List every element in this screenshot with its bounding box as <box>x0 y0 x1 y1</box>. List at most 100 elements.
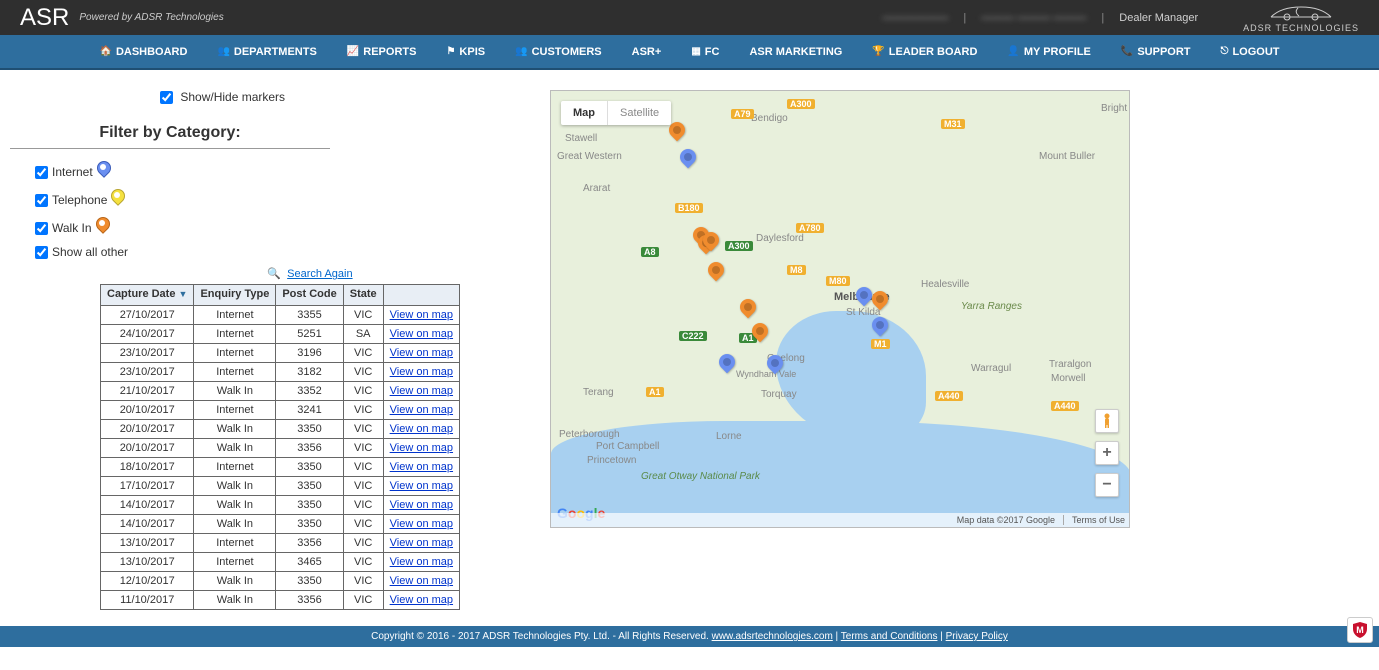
cell-postcode: 3182 <box>276 362 343 381</box>
search-icon: 🔍 <box>267 268 281 280</box>
nav-logout[interactable]: ⎋LOGOUT <box>1221 46 1280 58</box>
mcafee-badge[interactable]: M <box>1347 617 1373 643</box>
cell-postcode: 3350 <box>276 457 343 476</box>
road-m8: M8 <box>787 265 806 275</box>
cell-date: 21/10/2017 <box>101 381 194 400</box>
topbar-right: —————— | ——— ——— ——— | Dealer Manager AD… <box>882 3 1359 33</box>
col-state[interactable]: State <box>343 285 383 305</box>
filter-telephone-checkbox[interactable] <box>35 194 48 207</box>
view-on-map-link[interactable]: View on map <box>390 594 453 606</box>
map-controls: + − <box>1095 409 1119 497</box>
search-again-link[interactable]: Search Again <box>287 268 352 280</box>
label-portcampbell: Port Campbell <box>596 441 659 452</box>
adsr-logo: ADSR TECHNOLOGIES <box>1243 3 1359 33</box>
nav-support[interactable]: 📞SUPPORT <box>1121 46 1191 58</box>
view-on-map-link[interactable]: View on map <box>390 366 453 378</box>
view-on-map-link[interactable]: View on map <box>390 423 453 435</box>
cell-type: Walk In <box>194 495 276 514</box>
col-date[interactable]: Capture Date ▼ <box>101 285 194 305</box>
nav-dashboard[interactable]: 🏠DASHBOARD <box>99 46 187 58</box>
topbar-user2[interactable]: ——— ——— ——— <box>981 12 1086 24</box>
cell-date: 20/10/2017 <box>101 419 194 438</box>
zoom-out-button[interactable]: − <box>1095 473 1119 497</box>
filter-showall-checkbox[interactable] <box>35 246 48 259</box>
col-action <box>383 285 459 305</box>
cell-postcode: 3196 <box>276 343 343 362</box>
brand-tagline: Powered by ADSR Technologies <box>79 12 223 23</box>
view-on-map-link[interactable]: View on map <box>390 461 453 473</box>
view-on-map-link[interactable]: View on map <box>390 499 453 511</box>
label-ararat: Ararat <box>583 183 610 194</box>
col-postcode[interactable]: Post Code <box>276 285 343 305</box>
view-on-map-link[interactable]: View on map <box>390 518 453 530</box>
cell-date: 27/10/2017 <box>101 305 194 324</box>
pegman-icon[interactable] <box>1095 409 1119 433</box>
map-marker-orange[interactable] <box>752 323 768 347</box>
cell-postcode: 3356 <box>276 438 343 457</box>
view-on-map-link[interactable]: View on map <box>390 328 453 340</box>
view-on-map-link[interactable]: View on map <box>390 385 453 397</box>
topbar-role[interactable]: Dealer Manager <box>1119 12 1198 24</box>
nav-customers[interactable]: 👥CUSTOMERS <box>515 46 602 58</box>
nav-asrplus[interactable]: ASR+ <box>632 46 662 58</box>
view-on-map-link[interactable]: View on map <box>390 556 453 568</box>
markers-checkbox[interactable] <box>160 91 173 104</box>
view-on-map-link[interactable]: View on map <box>390 575 453 587</box>
cell-state: VIC <box>343 495 383 514</box>
map-marker-blue[interactable] <box>680 149 696 173</box>
col-type[interactable]: Enquiry Type <box>194 285 276 305</box>
topbar: ASR Powered by ADSR Technologies —————— … <box>0 0 1379 35</box>
cell-postcode: 3356 <box>276 590 343 609</box>
footer-privacy[interactable]: Privacy Policy <box>946 631 1008 642</box>
view-on-map-link[interactable]: View on map <box>390 442 453 454</box>
sort-desc-icon: ▼ <box>179 289 188 299</box>
cell-postcode: 3350 <box>276 514 343 533</box>
nav-leaderboard[interactable]: 🏆LEADER BOARD <box>872 46 977 58</box>
label-terang: Terang <box>583 387 614 398</box>
view-on-map-link[interactable]: View on map <box>390 404 453 416</box>
nav-departments[interactable]: 👥DEPARTMENTS <box>217 46 316 58</box>
nav-myprofile[interactable]: 👤MY PROFILE <box>1007 46 1090 58</box>
map-type-map[interactable]: Map <box>561 101 607 125</box>
filter-internet-checkbox[interactable] <box>35 166 48 179</box>
map-marker-blue[interactable] <box>719 354 735 378</box>
map-marker-blue[interactable] <box>856 287 872 311</box>
results-table: Capture Date ▼ Enquiry Type Post Code St… <box>100 284 460 609</box>
table-row: 11/10/2017Walk In3356VICView on map <box>101 590 460 609</box>
table-row: 12/10/2017Walk In3350VICView on map <box>101 571 460 590</box>
map-marker-blue[interactable] <box>767 355 783 379</box>
view-on-map-link[interactable]: View on map <box>390 480 453 492</box>
nav-marketing[interactable]: ASR MARKETING <box>749 46 842 58</box>
nav-kpis[interactable]: ⚑KPIS <box>446 46 485 58</box>
map-marker-orange[interactable] <box>708 262 724 286</box>
view-on-map-link[interactable]: View on map <box>390 309 453 321</box>
table-row: 20/10/2017Internet3241VICView on map <box>101 400 460 419</box>
map-marker-orange[interactable] <box>872 291 888 315</box>
nav-fc[interactable]: ▦FC <box>691 46 719 58</box>
map-marker-orange[interactable] <box>740 299 756 323</box>
filter-walkin-checkbox[interactable] <box>35 222 48 235</box>
footer-copyright: Copyright © 2016 - 2017 ADSR Technologie… <box>371 631 709 642</box>
table-row: 14/10/2017Walk In3350VICView on map <box>101 514 460 533</box>
cell-date: 17/10/2017 <box>101 476 194 495</box>
flag-icon: ⚑ <box>446 46 455 57</box>
cell-postcode: 3350 <box>276 571 343 590</box>
label-mtbuller: Mount Buller <box>1039 151 1095 162</box>
map-terms[interactable]: Terms of Use <box>1063 515 1125 525</box>
topbar-user1[interactable]: —————— <box>882 12 948 24</box>
map-marker-orange[interactable] <box>669 122 685 146</box>
view-on-map-link[interactable]: View on map <box>390 537 453 549</box>
map-marker-blue[interactable] <box>872 317 888 341</box>
map[interactable]: Melbourne St Kilda Bendigo Stawell Great… <box>550 90 1130 528</box>
footer-terms[interactable]: Terms and Conditions <box>841 631 938 642</box>
cell-date: 12/10/2017 <box>101 571 194 590</box>
nav-reports[interactable]: 📈REPORTS <box>347 46 417 58</box>
map-marker-orange[interactable] <box>703 232 719 256</box>
cell-date: 20/10/2017 <box>101 400 194 419</box>
map-type-satellite[interactable]: Satellite <box>607 101 671 125</box>
zoom-in-button[interactable]: + <box>1095 441 1119 465</box>
table-row: 18/10/2017Internet3350VICView on map <box>101 457 460 476</box>
view-on-map-link[interactable]: View on map <box>390 347 453 359</box>
map-footer: Map data ©2017 Google Terms of Use <box>551 513 1129 527</box>
footer-url[interactable]: www.adsrtechnologies.com <box>712 631 833 642</box>
